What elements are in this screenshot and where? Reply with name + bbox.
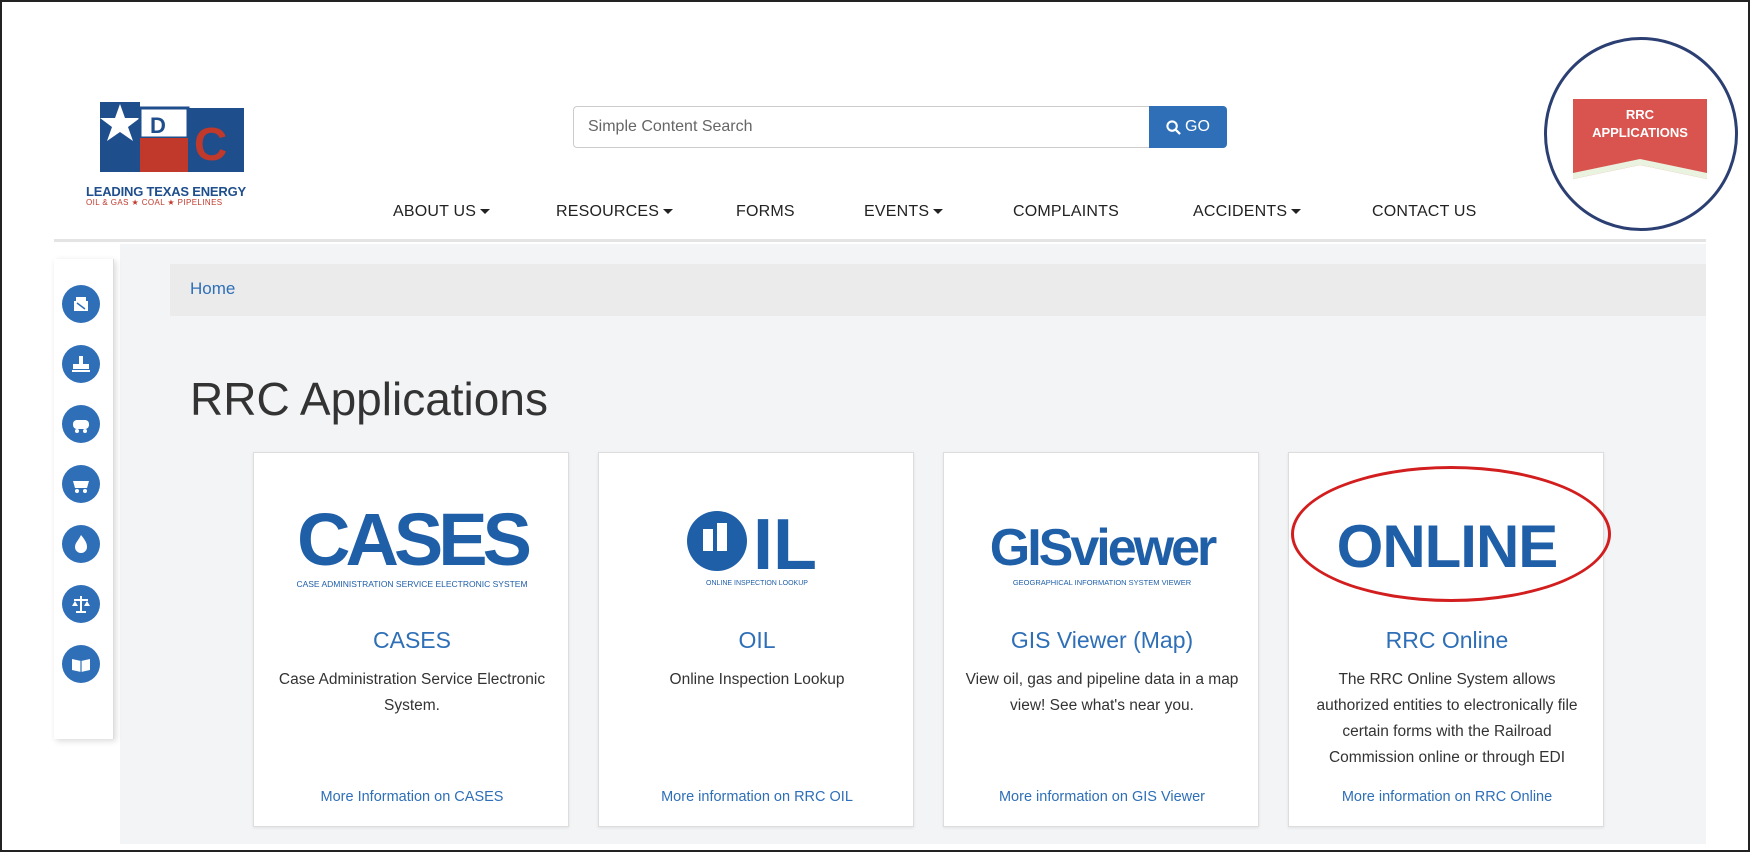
nav-label: COMPLAINTS xyxy=(1013,203,1120,220)
nav-events[interactable]: EVENTS xyxy=(864,203,944,221)
card-title[interactable]: CASES xyxy=(254,627,570,654)
gis-viewer-logo[interactable]: GISviewer GEOGRAPHICAL INFORMATION SYSTE… xyxy=(944,501,1260,593)
app-card-oil: IL ONLINE INSPECTION LOOKUP OIL Online I… xyxy=(598,452,914,827)
breadcrumb-home-link[interactable]: Home xyxy=(190,279,235,298)
nav-resources[interactable]: RESOURCES xyxy=(556,203,674,221)
app-card-cases: CASES CASE ADMINISTRATION SERVICE ELECTR… xyxy=(253,452,569,827)
nav-contact-us[interactable]: CONTACT US xyxy=(1372,203,1477,221)
pipeline-icon[interactable] xyxy=(62,345,100,383)
cases-logo[interactable]: CASES CASE ADMINISTRATION SERVICE ELECTR… xyxy=(254,501,570,593)
nav-label: EVENTS xyxy=(864,203,930,220)
svg-text:CASES: CASES xyxy=(297,501,530,581)
page-title: RRC Applications xyxy=(190,373,548,425)
tank-icon[interactable] xyxy=(62,405,100,443)
svg-text:IL: IL xyxy=(753,505,817,585)
card-title[interactable]: OIL xyxy=(599,627,915,654)
nav-label: RESOURCES xyxy=(556,203,660,220)
oil-pump-icon[interactable] xyxy=(62,285,100,323)
svg-text:C: C xyxy=(194,118,227,170)
caret-down-icon xyxy=(480,209,491,215)
nav-forms[interactable]: FORMS xyxy=(736,203,795,221)
card-title[interactable]: RRC Online xyxy=(1289,627,1605,654)
card-more-info-link[interactable]: More information on RRC OIL xyxy=(599,789,915,805)
nav-complaints[interactable]: COMPLAINTS xyxy=(1013,203,1119,221)
nav-label: FORMS xyxy=(736,203,795,220)
header-divider xyxy=(54,239,1706,242)
card-description: View oil, gas and pipeline data in a map… xyxy=(965,671,1239,714)
svg-text:GEOGRAPHICAL INFORMATION SYSTE: GEOGRAPHICAL INFORMATION SYSTEM VIEWER xyxy=(1013,578,1192,587)
sidebar xyxy=(54,259,114,739)
svg-text:GISviewer: GISviewer xyxy=(990,519,1217,577)
book-icon[interactable] xyxy=(62,645,100,683)
svg-text:D: D xyxy=(150,113,166,138)
card-title[interactable]: GIS Viewer (Map) xyxy=(944,627,1260,654)
nav-label: CONTACT US xyxy=(1372,203,1477,220)
caret-down-icon xyxy=(933,209,944,215)
breadcrumb: Home xyxy=(170,264,1706,316)
nav-label: ABOUT US xyxy=(393,203,477,220)
svg-text:ONLINE INSPECTION LOOKUP: ONLINE INSPECTION LOOKUP xyxy=(706,580,808,587)
card-more-info-link[interactable]: More Information on CASES xyxy=(254,789,570,805)
card-description: Case Administration Service Electronic S… xyxy=(278,671,546,714)
caret-down-icon xyxy=(1291,209,1302,215)
search-input[interactable] xyxy=(573,106,1149,148)
search-bar: GO xyxy=(573,106,1227,148)
search-go-label: GO xyxy=(1185,118,1210,135)
card-more-info-link[interactable]: More information on RRC Online xyxy=(1289,789,1605,805)
app-card-gis-viewer: GISviewer GEOGRAPHICAL INFORMATION SYSTE… xyxy=(943,452,1259,827)
logo-subtitle: OIL & GAS ★ COAL ★ PIPELINES xyxy=(86,198,223,207)
flame-icon[interactable] xyxy=(62,525,100,563)
search-go-button[interactable]: GO xyxy=(1149,106,1227,148)
svg-text:CASE ADMINISTRATION SERVICE EL: CASE ADMINISTRATION SERVICE ELECTRONIC S… xyxy=(296,579,527,589)
nav-accidents[interactable]: ACCIDENTS xyxy=(1193,203,1302,221)
caret-down-icon xyxy=(663,209,674,215)
coal-cart-icon[interactable] xyxy=(62,465,100,503)
logo-tagline: LEADING TEXAS ENERGY xyxy=(86,184,246,199)
card-description: The RRC Online System allows authorized … xyxy=(1316,671,1578,766)
scales-icon[interactable] xyxy=(62,585,100,623)
annotation-ellipse xyxy=(1291,466,1611,602)
card-description: Online Inspection Lookup xyxy=(669,671,845,688)
annotation-circle xyxy=(1544,37,1738,231)
nav-label: ACCIDENTS xyxy=(1193,203,1288,220)
card-more-info-link[interactable]: More information on GIS Viewer xyxy=(944,789,1260,805)
search-icon xyxy=(1166,119,1181,135)
nav-about-us[interactable]: ABOUT US xyxy=(393,203,491,221)
oil-logo[interactable]: IL ONLINE INSPECTION LOOKUP xyxy=(599,501,915,593)
